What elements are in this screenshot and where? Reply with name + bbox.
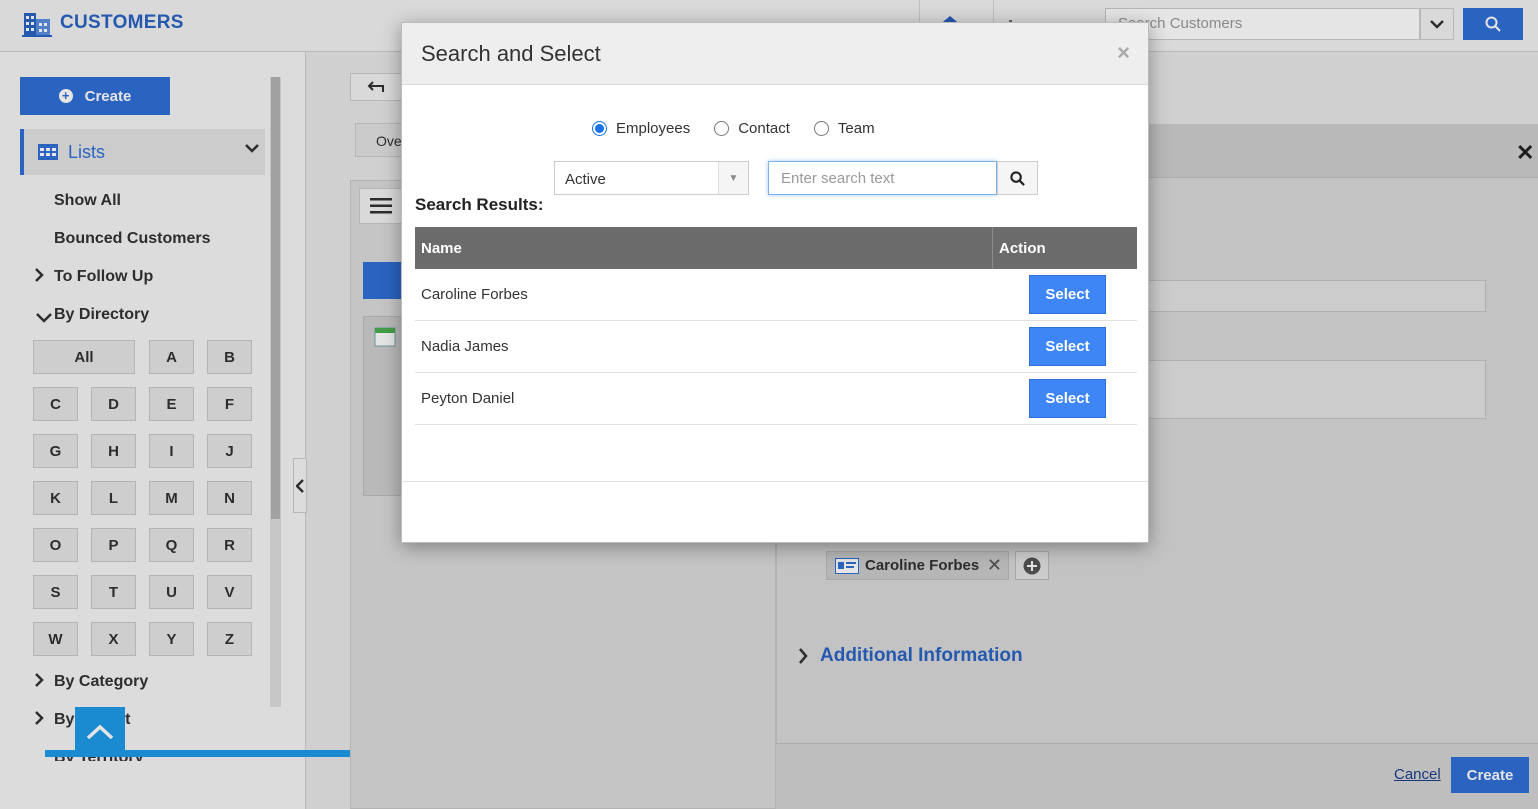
row-name: Peyton Daniel: [421, 390, 515, 407]
column-header-name: Name: [421, 240, 462, 257]
table-row: Nadia James Select: [415, 321, 1137, 373]
modal-header: Search and Select ×: [402, 23, 1148, 85]
search-icon: [1010, 170, 1025, 186]
radio-button[interactable]: [714, 121, 730, 136]
radio-label: Team: [837, 120, 875, 137]
radio-button[interactable]: [813, 121, 829, 136]
select-button[interactable]: Select: [1029, 275, 1106, 314]
radio-contact[interactable]: Contact: [714, 120, 790, 137]
row-name: Caroline Forbes: [421, 286, 528, 303]
type-radio-group: Employees Contact Team: [592, 120, 899, 137]
column-header-action: Action: [992, 227, 1046, 269]
close-icon[interactable]: ×: [1117, 40, 1130, 66]
table-row: Peyton Daniel Select: [415, 373, 1137, 425]
modal-footer-divider: [402, 481, 1148, 482]
select-button[interactable]: Select: [1029, 327, 1106, 366]
status-select-value: Active: [565, 171, 606, 188]
status-select[interactable]: Active ▼: [554, 161, 749, 195]
radio-label: Employees: [616, 120, 691, 137]
radio-team[interactable]: Team: [813, 120, 875, 137]
results-table: Name Action Caroline Forbes Select Nadia…: [415, 227, 1137, 425]
search-button[interactable]: [997, 161, 1038, 195]
select-button[interactable]: Select: [1029, 379, 1106, 418]
radio-button[interactable]: [592, 121, 607, 136]
modal-title: Search and Select: [421, 41, 601, 66]
search-input[interactable]: [768, 161, 997, 195]
radio-label: Contact: [738, 120, 790, 137]
table-header: Name Action: [415, 227, 1137, 269]
row-name: Nadia James: [421, 338, 509, 355]
radio-employees[interactable]: Employees: [592, 120, 690, 137]
search-results-label: Search Results:: [415, 195, 544, 214]
search-select-modal: Search and Select × Employees Contact Te…: [401, 22, 1149, 543]
caret-down-icon: ▼: [718, 162, 748, 194]
table-row: Caroline Forbes Select: [415, 269, 1137, 321]
